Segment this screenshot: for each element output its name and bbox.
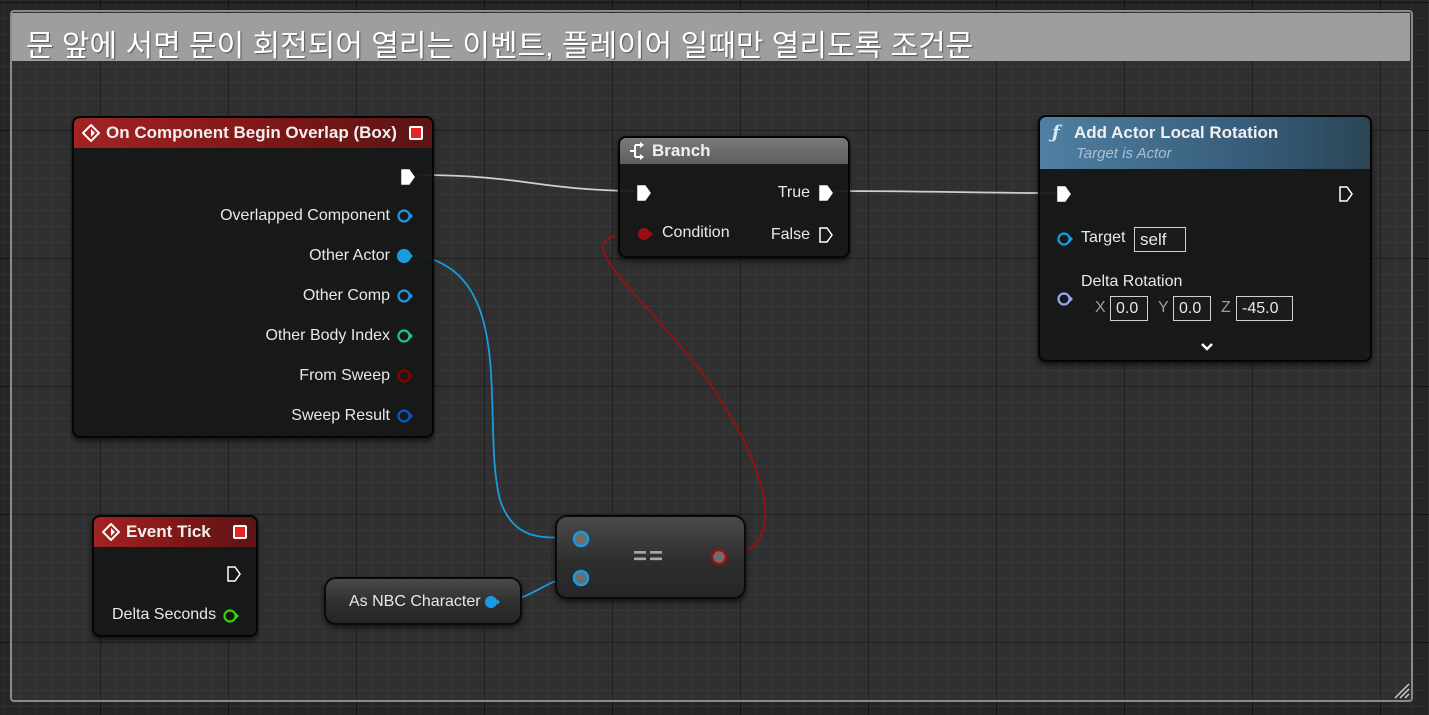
- x-axis-label: X: [1095, 299, 1106, 316]
- branch-condition-pin-icon[interactable]: [636, 226, 654, 242]
- overlap-output-pin-icon[interactable]: [396, 208, 414, 224]
- comment-title[interactable]: 문 앞에 서면 문이 회전되어 열리는 이벤트, 플레이어 일때만 열리도록 조…: [12, 13, 1410, 63]
- delegate-pin-icon[interactable]: [233, 525, 247, 539]
- rotation-exec-out-pin-icon[interactable]: [1338, 185, 1354, 203]
- delta-seconds-pin-icon[interactable]: [222, 608, 240, 624]
- overlap-event-header[interactable]: On Component Begin Overlap (Box): [74, 118, 432, 148]
- rotation-title: Add Actor Local Rotation: [1074, 122, 1279, 142]
- branch-condition-label: Condition: [662, 224, 730, 241]
- delta-rotation-label: Delta Rotation: [1081, 273, 1183, 290]
- delta-seconds-label: Delta Seconds: [112, 606, 217, 623]
- overlap-pin-label: Sweep Result: [291, 407, 390, 424]
- branch-true-pin-icon[interactable]: [818, 184, 834, 202]
- overlap-pin-label: Other Body Index: [265, 327, 390, 344]
- tick-exec-out-pin-icon[interactable]: [226, 565, 242, 583]
- target-pin-icon[interactable]: [1056, 231, 1074, 247]
- branch-node[interactable]: Branch True Condition False: [618, 136, 850, 258]
- overlap-pin-label: From Sweep: [299, 367, 390, 384]
- equal-input-a-pin-icon[interactable]: [571, 529, 591, 549]
- function-icon: ƒ: [1052, 122, 1060, 143]
- overlap-output-pin-icon[interactable]: [396, 288, 414, 304]
- overlap-pin-label: Other Actor: [309, 247, 390, 264]
- rotation-header[interactable]: ƒ Add Actor Local Rotation Target is Act…: [1040, 117, 1370, 169]
- rotation-exec-in-pin-icon[interactable]: [1056, 185, 1072, 203]
- equal-output-pin-icon[interactable]: [709, 547, 729, 567]
- event-tick-title: Event Tick: [126, 522, 211, 541]
- branch-exec-in-pin-icon[interactable]: [636, 184, 652, 202]
- branch-header[interactable]: Branch: [620, 138, 848, 164]
- y-value-field[interactable]: 0.0: [1173, 296, 1211, 321]
- branch-icon: [630, 142, 644, 160]
- rotation-subtitle: Target is Actor: [1076, 145, 1172, 162]
- equal-node[interactable]: ==: [555, 515, 746, 599]
- branch-true-label: True: [777, 184, 810, 201]
- event-diamond-icon: [102, 523, 120, 541]
- as-nbc-character-label: As NBC Character: [349, 593, 481, 610]
- z-value-field[interactable]: -45.0: [1236, 296, 1293, 321]
- overlap-pin-label: Other Comp: [302, 287, 390, 304]
- equal-input-b-pin-icon[interactable]: [571, 568, 591, 588]
- branch-false-label: False: [770, 226, 810, 243]
- as-nbc-character-node[interactable]: As NBC Character: [324, 577, 522, 625]
- add-actor-local-rotation-node[interactable]: ƒ Add Actor Local Rotation Target is Act…: [1038, 115, 1372, 362]
- overlap-output-pin-icon[interactable]: [396, 328, 414, 344]
- overlap-pin-label: Overlapped Component: [220, 207, 390, 224]
- event-tick-header[interactable]: Event Tick: [94, 517, 256, 547]
- event-tick-node[interactable]: Event Tick Delta Seconds: [92, 515, 258, 637]
- exec-out-pin-icon[interactable]: [400, 168, 416, 186]
- branch-false-pin-icon[interactable]: [818, 226, 834, 244]
- overlap-event-title: On Component Begin Overlap (Box): [106, 123, 397, 142]
- target-value-field[interactable]: self: [1134, 227, 1186, 252]
- overlap-event-node[interactable]: On Component Begin Overlap (Box): [72, 116, 434, 438]
- overlap-output-pin-icon[interactable]: [396, 408, 414, 424]
- delegate-pin-icon[interactable]: [409, 126, 423, 140]
- chevron-down-icon[interactable]: [1199, 341, 1215, 353]
- equal-symbol: ==: [633, 543, 666, 570]
- target-label: Target: [1081, 229, 1126, 246]
- overlap-output-pin-icon[interactable]: [396, 248, 414, 264]
- cast-output-pin-icon[interactable]: [483, 594, 501, 610]
- y-axis-label: Y: [1158, 299, 1169, 316]
- event-diamond-icon: [82, 124, 100, 142]
- branch-title: Branch: [652, 141, 711, 160]
- resize-grip-icon[interactable]: [1390, 679, 1410, 699]
- overlap-output-pin-icon[interactable]: [396, 368, 414, 384]
- x-value-field[interactable]: 0.0: [1110, 296, 1148, 321]
- z-axis-label: Z: [1221, 299, 1231, 316]
- delta-rotation-pin-icon[interactable]: [1056, 291, 1074, 307]
